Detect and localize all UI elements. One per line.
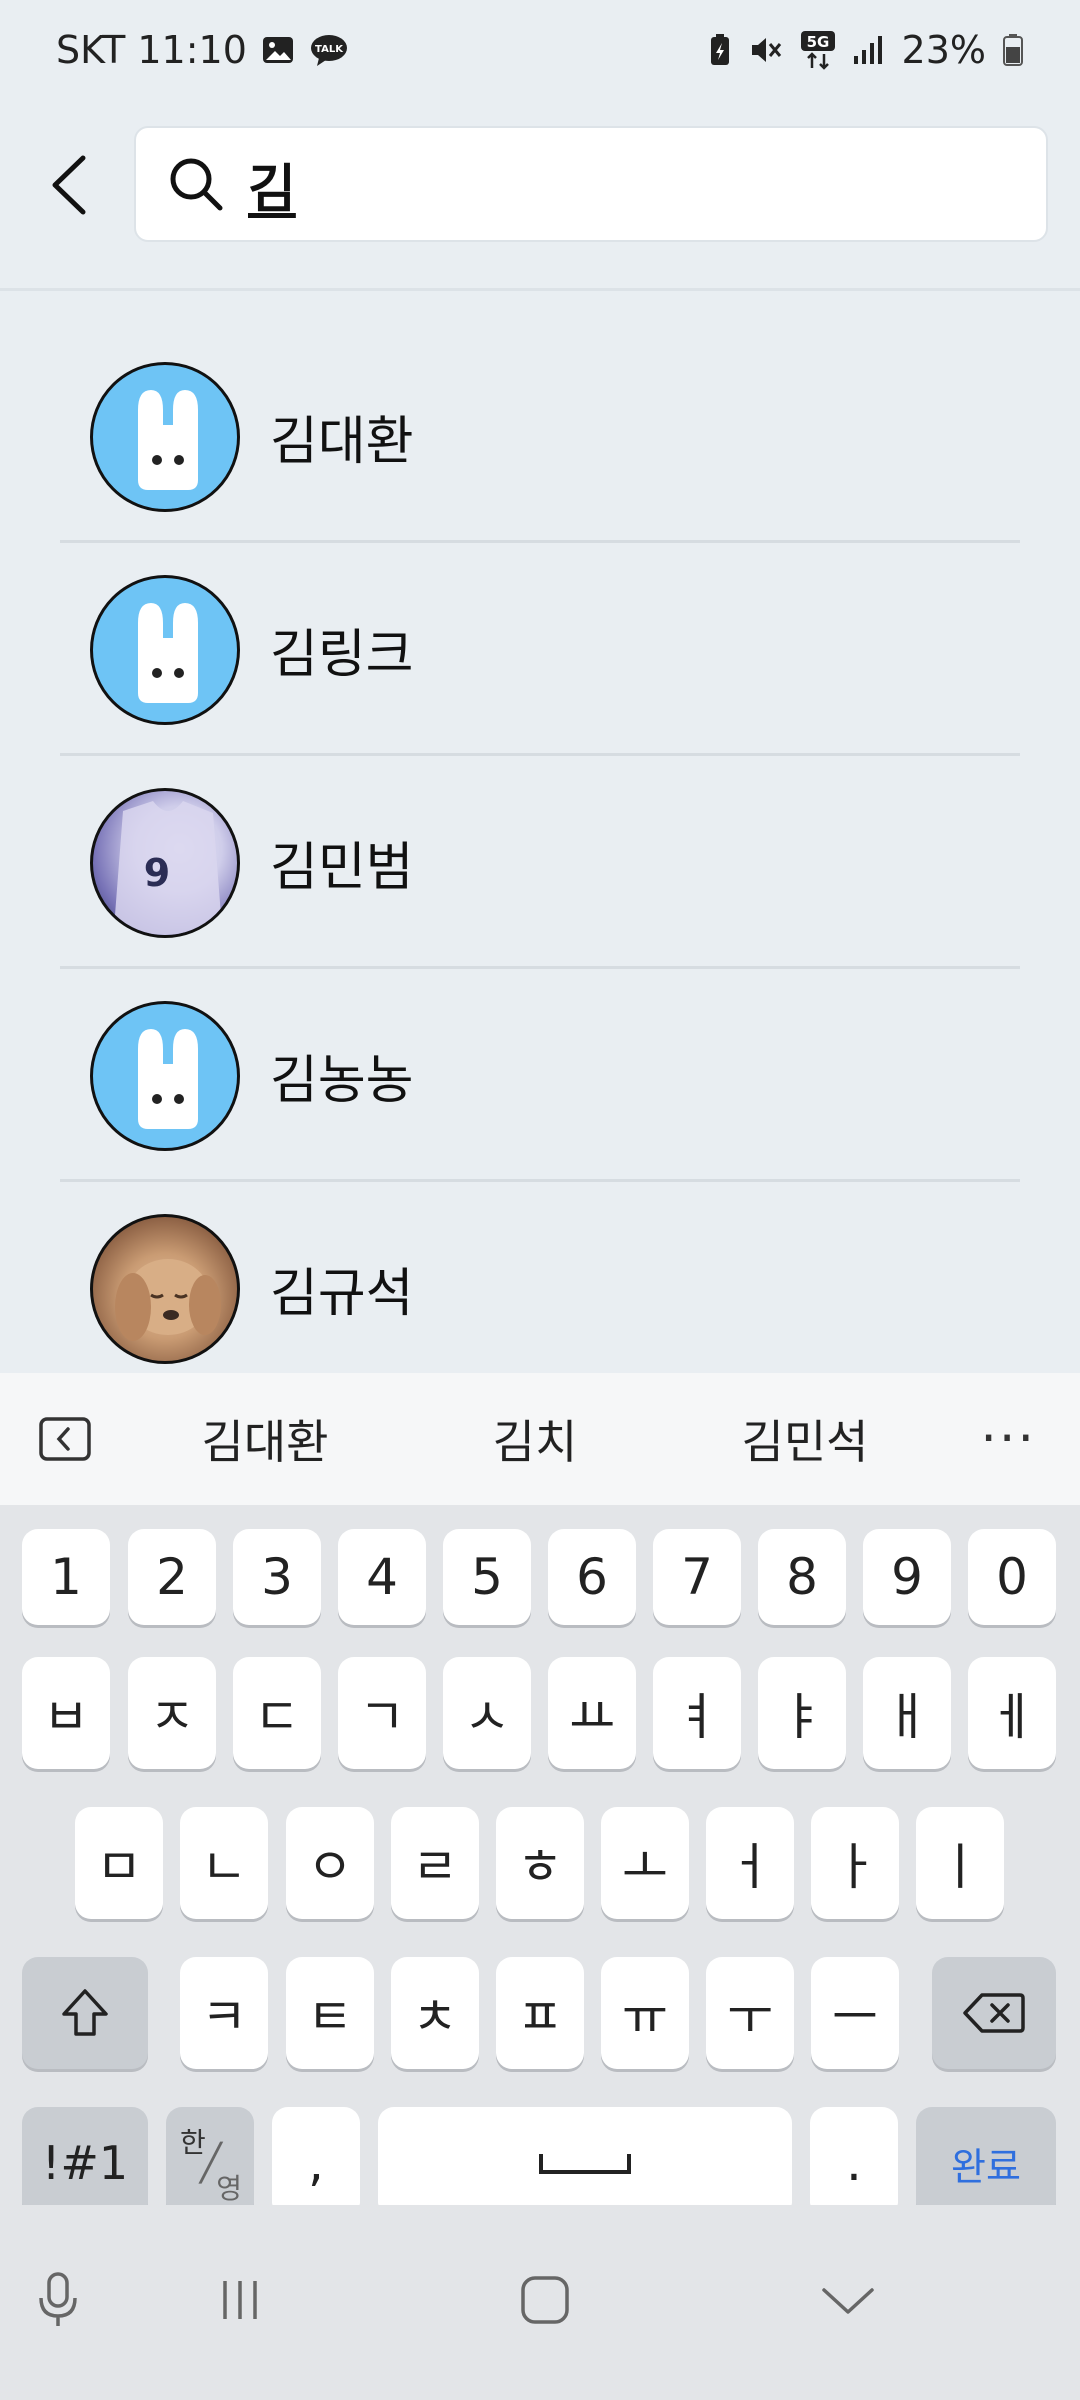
list-item[interactable]: 김규석 [60,1182,1020,1373]
network-5g-icon: 5G [800,30,836,70]
key-5[interactable]: 5 [443,1529,531,1625]
navigation-bar [0,2205,1080,2400]
more-suggestions-icon[interactable]: ··· [980,1409,1036,1469]
period-key[interactable]: . [810,2107,898,2219]
backspace-key[interactable] [932,1957,1056,2069]
key-vowel[interactable]: ㅐ [863,1657,951,1769]
key-consonant[interactable]: ㄱ [338,1657,426,1769]
contact-name: 김농농 [270,1051,414,1111]
list-item[interactable]: 김대환 [60,330,1020,543]
key-vowel[interactable]: ㅣ [916,1807,1004,1919]
lang-english-label: 영 [216,2172,242,2205]
signal-icon [852,34,886,66]
key-vowel[interactable]: ㅓ [706,1807,794,1919]
search-results-list: 김대환 김링크 9 김민범 김농농 김규석 [60,330,1020,1373]
key-consonant[interactable]: ㅇ [286,1807,374,1919]
avatar-jersey-photo: 9 [90,787,240,938]
key-consonant[interactable]: ㅅ [443,1657,531,1769]
search-header: 김 [0,110,1080,260]
key-consonant[interactable]: ㅋ [180,1957,268,2069]
key-4[interactable]: 4 [338,1529,426,1625]
svg-text:9: 9 [144,851,170,895]
svg-text:5G: 5G [806,33,829,51]
back-button[interactable] [30,145,110,225]
list-item[interactable]: 9 김민범 [60,756,1020,969]
avatar-default-bunny-icon [90,574,240,725]
suggestion-item[interactable]: 김치 [400,1406,670,1472]
header-divider [0,288,1080,291]
key-0[interactable]: 0 [968,1529,1056,1625]
home-icon[interactable] [505,2265,585,2335]
key-consonant[interactable]: ㄷ [233,1657,321,1769]
key-consonant[interactable]: ㅂ [22,1657,110,1769]
suggestion-item[interactable]: 김민석 [670,1406,940,1472]
keyboard-collapse-icon[interactable] [38,1416,92,1462]
comma-key[interactable]: , [272,2107,360,2219]
battery-saver-icon [708,33,732,67]
key-9[interactable]: 9 [863,1529,951,1625]
search-icon [170,158,223,211]
key-vowel[interactable]: ㅛ [548,1657,636,1769]
space-key[interactable] [378,2107,792,2219]
keyboard-suggestion-bar: 김대환 김치 김민석 ··· [0,1373,1080,1505]
list-item[interactable]: 김농농 [60,969,1020,1182]
keyboard: 1 2 3 4 5 6 7 8 9 0 ㅂ ㅈ ㄷ ㄱ ㅅ ㅛ ㅕ ㅑ ㅐ ㅔ … [0,1505,1080,2219]
back-arrow-icon [52,155,86,215]
key-vowel[interactable]: ㅗ [601,1807,689,1919]
search-input[interactable]: 김 [134,126,1048,242]
key-vowel[interactable]: ㅏ [811,1807,899,1919]
key-vowel[interactable]: ㅕ [653,1657,741,1769]
key-consonant[interactable]: ㅍ [496,1957,584,2069]
key-consonant[interactable]: ㅎ [496,1807,584,1919]
battery-icon [1002,33,1024,67]
contact-name: 김대환 [270,412,414,472]
key-8[interactable]: 8 [758,1529,846,1625]
key-vowel[interactable]: ㅜ [706,1957,794,2069]
key-consonant[interactable]: ㄴ [180,1807,268,1919]
status-bar: SKT 11:10 TALK 5G 23% [0,0,1080,100]
shift-key[interactable] [22,1957,148,2069]
key-vowel[interactable]: ㅑ [758,1657,846,1769]
key-vowel[interactable]: ㅠ [601,1957,689,2069]
carrier-time: SKT 11:10 [56,28,247,72]
shift-arrow-icon [62,1989,108,2036]
key-7[interactable]: 7 [653,1529,741,1625]
language-switch-key[interactable]: 한 ╱ 영 [166,2107,254,2219]
avatar-default-bunny-icon [90,361,240,512]
key-consonant[interactable]: ㄹ [391,1807,479,1919]
key-2[interactable]: 2 [128,1529,216,1625]
space-bar-icon [539,2154,631,2174]
keyboard-hide-icon[interactable] [808,2265,888,2335]
key-vowel[interactable]: ㅔ [968,1657,1056,1769]
key-1[interactable]: 1 [22,1529,110,1625]
key-consonant[interactable]: ㅁ [75,1807,163,1919]
key-3[interactable]: 3 [233,1529,321,1625]
list-item[interactable]: 김링크 [60,543,1020,756]
recent-apps-icon[interactable] [200,2265,280,2335]
done-key[interactable]: 완료 [916,2107,1056,2219]
microphone-icon[interactable] [18,2265,98,2335]
avatar-dog-photo [90,1213,240,1364]
key-6[interactable]: 6 [548,1529,636,1625]
kakaotalk-icon: TALK [309,33,349,67]
contact-name: 김링크 [270,625,414,685]
contact-name: 김민범 [270,838,414,898]
mute-icon [748,33,784,67]
key-consonant[interactable]: ㅈ [128,1657,216,1769]
avatar-default-bunny-icon [90,1000,240,1151]
key-consonant[interactable]: ㅌ [286,1957,374,2069]
contact-name: 김규석 [270,1264,414,1324]
key-vowel[interactable]: ㅡ [811,1957,899,2069]
suggestion-item[interactable]: 김대환 [130,1406,400,1472]
battery-percent: 23% [901,28,986,72]
gallery-icon [261,35,295,65]
backspace-icon [963,1993,1025,2033]
search-query: 김 [248,159,296,220]
svg-text:TALK: TALK [315,44,344,55]
key-consonant[interactable]: ㅊ [391,1957,479,2069]
symbols-key[interactable]: !#1 [22,2107,148,2219]
